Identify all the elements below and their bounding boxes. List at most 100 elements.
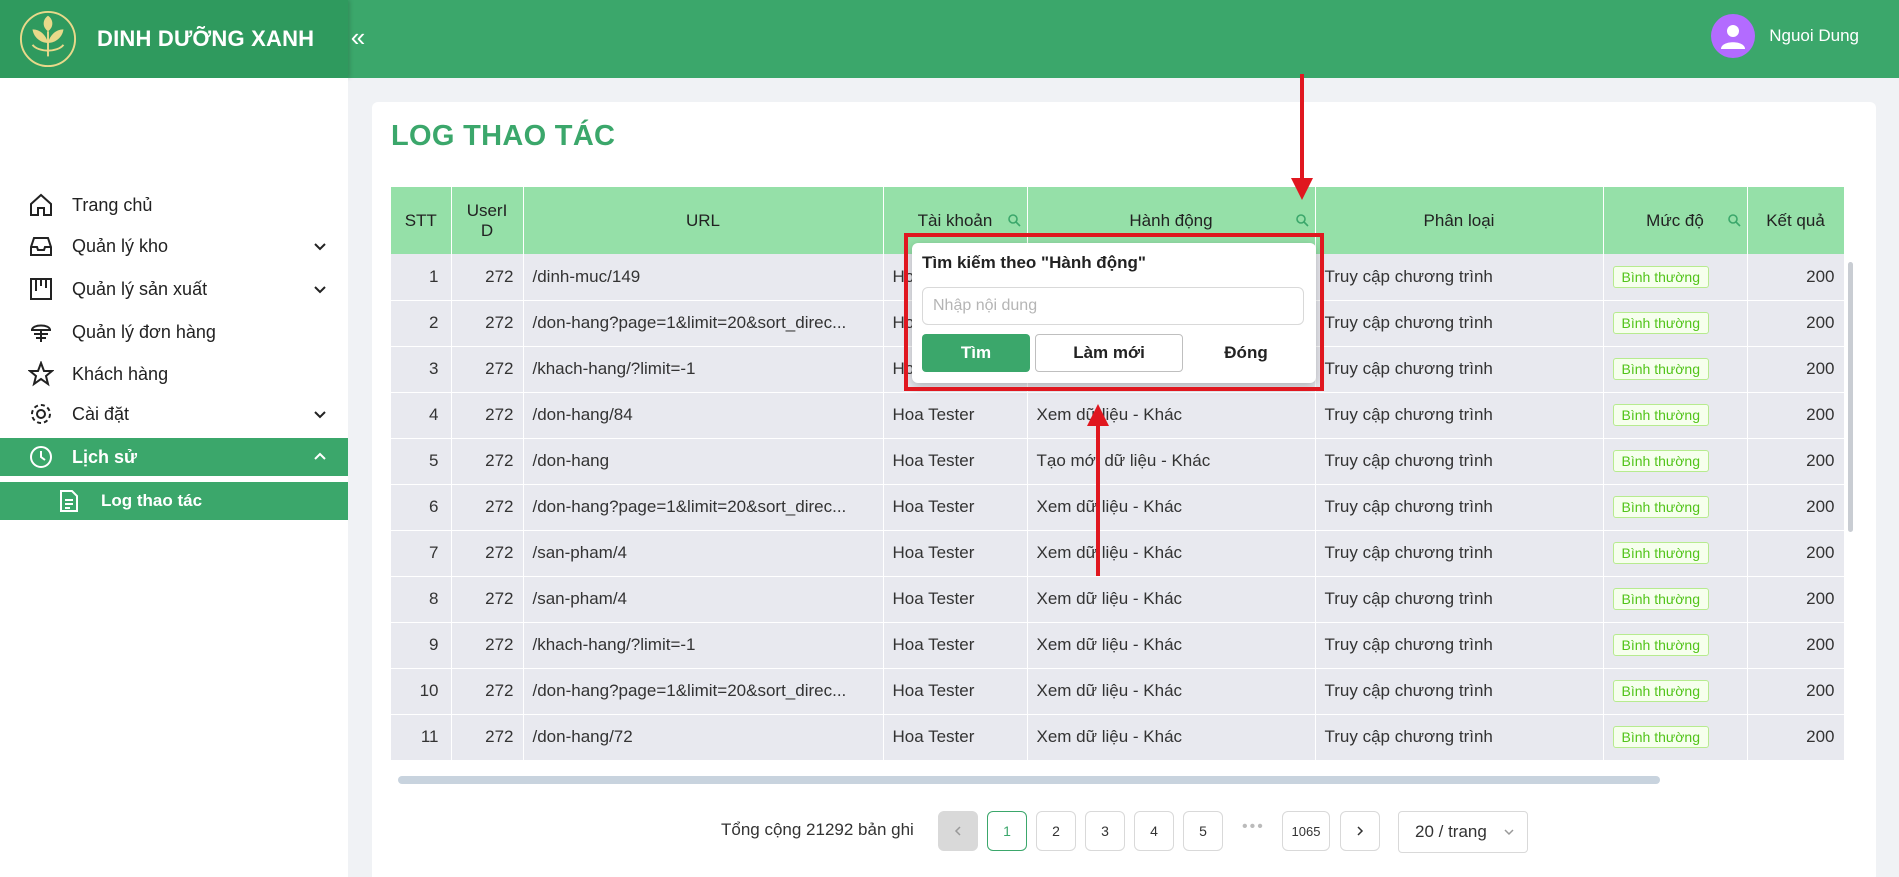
sidebar-item-label: Lịch sử — [72, 446, 138, 467]
page-button[interactable]: 5 — [1183, 811, 1223, 851]
table-cell: 272 — [451, 622, 524, 669]
table-cell: Bình thường — [1603, 392, 1748, 439]
page-button[interactable]: 4 — [1134, 811, 1174, 851]
table-cell: 272 — [451, 392, 524, 439]
table-cell: /dinh-muc/149 — [523, 254, 884, 301]
chevron-left-icon — [954, 826, 961, 836]
status-badge: Bình thường — [1612, 358, 1709, 380]
chevron-down-icon — [314, 243, 326, 251]
search-icon[interactable] — [1295, 213, 1309, 227]
table-cell: Bình thường — [1603, 484, 1748, 531]
page-button[interactable]: 1 — [987, 811, 1027, 851]
table-row[interactable]: 7 272/san-pham/4 Hoa Tester Xem dữ liệu - K… — [391, 530, 1845, 577]
prev-page-button[interactable] — [938, 811, 978, 851]
table-row[interactable]: 5 272/don-hang Hoa Tester Tạo mới dữ liệu -… — [391, 438, 1845, 485]
table-cell: Truy cập chương trình — [1315, 622, 1604, 669]
last-page-button[interactable]: 1065 — [1282, 811, 1330, 851]
table-cell: 4 — [391, 392, 452, 439]
col-header-url[interactable]: URL — [523, 187, 884, 254]
table-cell: Truy cập chương trình — [1315, 576, 1604, 623]
table-row[interactable]: 8 272/san-pham/4 Hoa Tester Xem dữ liệu - K… — [391, 576, 1845, 623]
user-icon — [1721, 25, 1746, 49]
table-cell: Bình thường — [1603, 346, 1748, 393]
table-cell: 272 — [451, 438, 524, 485]
col-header-label: UserI D — [466, 200, 508, 240]
status-badge: Bình thường — [1612, 496, 1709, 518]
col-header-userid[interactable]: UserI D — [451, 187, 524, 254]
sidebar-item-khach-hang[interactable]: Khách hàng — [0, 355, 348, 393]
sidebar-collapse-icon[interactable]: « — [348, 22, 368, 52]
search-icon[interactable] — [1007, 213, 1021, 227]
chevron-up-icon — [314, 452, 326, 460]
sidebar-item-trang-chu[interactable]: Trang chủ — [0, 186, 348, 224]
next-page-button[interactable] — [1340, 811, 1380, 851]
sidebar-item-quan-ly-kho[interactable]: Quản lý kho — [0, 227, 348, 265]
table-cell: Truy cập chương trình — [1315, 300, 1604, 347]
table-cell: 272 — [451, 714, 524, 761]
table-cell: Hoa Tester — [883, 668, 1028, 715]
table-cell: Hoa Tester — [883, 392, 1028, 439]
table-cell: Truy cập chương trình — [1315, 346, 1604, 393]
table-row[interactable]: 11 272/don-hang/72 Hoa Tester Xem dữ liệu -… — [391, 714, 1845, 761]
table-cell: Hoa Tester — [883, 576, 1028, 623]
chevron-down-icon — [1504, 829, 1514, 836]
table-cell: /don-hang?page=1&limit=20&sort_direc... — [523, 484, 884, 531]
top-header: DINH DƯỠNG XANH « Nguoi Dung — [0, 0, 1899, 78]
table-cell: Bình thường — [1603, 438, 1748, 485]
table-row[interactable]: 9 272/khach-hang/?limit=-1 Hoa Tester Xem d… — [391, 622, 1845, 669]
status-badge: Bình thường — [1612, 634, 1709, 656]
sidebar-item-cai-dat[interactable]: Cài đặt — [0, 395, 348, 433]
factory-icon — [30, 278, 52, 300]
table-cell: Xem dữ liệu - Khác — [1027, 622, 1316, 669]
table-cell: Truy cập chương trình — [1315, 530, 1604, 577]
col-header-ket-qua[interactable]: Kết quả — [1747, 187, 1845, 254]
sidebar-item-label: Khách hàng — [72, 363, 169, 384]
table-cell: Bình thường — [1603, 622, 1748, 669]
brand-area[interactable]: DINH DƯỠNG XANH — [0, 0, 348, 78]
table-cell: 200 — [1747, 254, 1845, 301]
table-cell: Truy cập chương trình — [1315, 714, 1604, 761]
col-header-phan-loai[interactable]: Phân loại — [1315, 187, 1604, 254]
col-header-label: Kết quả — [1766, 210, 1825, 230]
horizontal-scrollbar[interactable] — [398, 776, 1660, 784]
page-size-select[interactable]: 20 / trang — [1398, 811, 1528, 853]
table-row[interactable]: 10 272/don-hang?page=1&limit=20&sort_dire… — [391, 668, 1845, 715]
table-cell: Hoa Tester — [883, 438, 1028, 485]
table-cell: Xem dữ liệu - Khác — [1027, 576, 1316, 623]
status-badge: Bình thường — [1612, 450, 1709, 472]
col-header-muc-do[interactable]: Mức độ — [1603, 187, 1748, 254]
arrow-up-annotation — [1087, 404, 1109, 576]
table-cell: Tạo mới dữ liệu - Khác — [1027, 438, 1316, 485]
status-badge: Bình thường — [1612, 588, 1709, 610]
page-button[interactable]: 2 — [1036, 811, 1076, 851]
gear-icon — [31, 404, 51, 424]
page-button[interactable]: 3 — [1085, 811, 1125, 851]
table-cell: 272 — [451, 484, 524, 531]
sidebar-subitem-log-thao-tac[interactable]: Log thao tác — [0, 482, 348, 520]
sidebar-item-quan-ly-don-hang[interactable]: Quản lý đơn hàng — [0, 313, 348, 351]
col-header-label: Hành động — [1129, 210, 1213, 230]
sidebar-item-quan-ly-san-xuat[interactable]: Quản lý sản xuất — [0, 270, 348, 308]
sidebar-item-lich-su[interactable]: Lịch sử — [0, 438, 348, 476]
vertical-scrollbar[interactable] — [1848, 262, 1853, 532]
home-icon — [30, 193, 52, 216]
chevron-down-icon — [314, 411, 326, 419]
sidebar-item-label: Quản lý sản xuất — [72, 278, 208, 299]
table-cell: 272 — [451, 254, 524, 301]
table-cell: 200 — [1747, 346, 1845, 393]
status-badge: Bình thường — [1612, 542, 1709, 564]
table-cell: 200 — [1747, 530, 1845, 577]
table-cell: /don-hang?page=1&limit=20&sort_direc... — [523, 300, 884, 347]
col-header-stt[interactable]: STT — [391, 187, 452, 254]
table-cell: 272 — [451, 346, 524, 393]
search-icon[interactable] — [1727, 213, 1741, 227]
table-row[interactable]: 6 272/don-hang?page=1&limit=20&sort_direc… — [391, 484, 1845, 531]
page-ellipsis[interactable]: ••• — [1242, 818, 1265, 836]
table-cell: /don-hang/84 — [523, 392, 884, 439]
sidebar-item-label: Trang chủ — [72, 194, 153, 215]
user-menu[interactable]: Nguoi Dung — [1711, 14, 1859, 58]
table-cell: Xem dữ liệu - Khác — [1027, 392, 1316, 439]
sidebar-item-label: Cài đặt — [72, 403, 130, 424]
table-row[interactable]: 4 272/don-hang/84 Hoa Tester Xem dữ liệu - … — [391, 392, 1845, 439]
table-cell: Xem dữ liệu - Khác — [1027, 668, 1316, 715]
